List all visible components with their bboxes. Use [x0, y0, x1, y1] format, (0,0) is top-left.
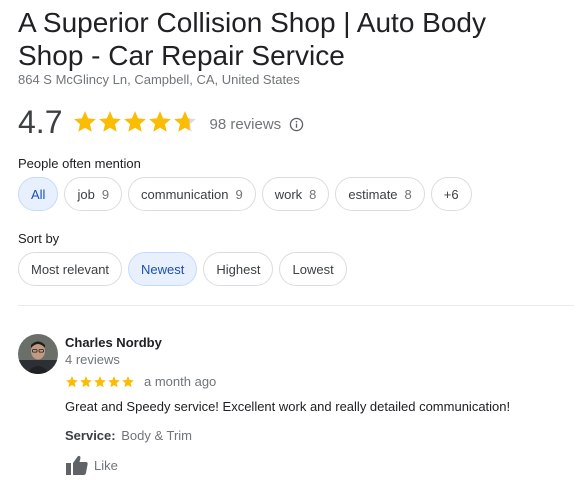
review-star-icon [122, 375, 134, 387]
mention-chip-count: 8 [309, 186, 317, 202]
thumbs-up-icon [66, 455, 88, 475]
review-star-icon [108, 375, 120, 387]
service-value: Body & Trim [121, 428, 193, 443]
sort-option-lowest[interactable]: Lowest [279, 252, 347, 286]
summary-star-icon [174, 111, 197, 132]
review-text: Great and Speedy service! Excellent work… [65, 399, 511, 414]
service-label: Service: [65, 428, 116, 443]
summary-star-icon [149, 111, 172, 132]
review-star-icon [66, 375, 78, 387]
mention-chip-label: communication [141, 186, 229, 202]
review-rating-row: a month ago [65, 374, 216, 389]
mention-chip-communication[interactable]: communication 9 [128, 177, 256, 211]
rating-summary: 4.7 98 reviews [18, 102, 304, 142]
like-button[interactable]: Like [65, 454, 118, 476]
review-star-icon [80, 375, 92, 387]
mention-chip-job[interactable]: job 9 [64, 177, 123, 211]
review-date: a month ago [144, 374, 217, 389]
mention-chip-estimate[interactable]: estimate 8 [335, 177, 425, 211]
sort-option-highest[interactable]: Highest [203, 252, 274, 286]
mention-chip-label: All [31, 186, 46, 202]
sort-option-newest[interactable]: Newest [128, 252, 198, 286]
sort-option-most-relevant[interactable]: Most relevant [18, 252, 123, 286]
summary-star-icon [124, 111, 147, 132]
summary-star-icon [74, 111, 97, 132]
review-star-icon [94, 375, 106, 387]
info-icon[interactable] [289, 117, 304, 132]
mention-chip-label: work [274, 186, 303, 202]
place-title: A Superior Collision Shop | Auto Body Sh… [18, 7, 487, 71]
mention-chip-label: job [77, 186, 95, 202]
avatar[interactable] [18, 334, 58, 374]
mention-chip-work[interactable]: work 8 [261, 177, 330, 211]
summary-star-icon [99, 111, 122, 132]
divider [18, 305, 574, 306]
place-address: 864 S McGlincy Ln, Campbell, CA, United … [18, 72, 300, 87]
sort-label: Sort by [18, 231, 60, 246]
mention-chip-count: 9 [101, 186, 110, 202]
mentions-label: People often mention [18, 156, 141, 171]
review-service: Service: Body & Trim [65, 428, 192, 443]
mention-chip-count: 9 [235, 186, 243, 202]
sort-options: Most relevant Newest Highest Lowest [18, 252, 347, 286]
mention-chip-count: 8 [404, 186, 412, 202]
mention-chip-label: +6 [443, 186, 459, 202]
rating-value: 4.7 [18, 104, 63, 140]
mention-chip-label: estimate [348, 186, 398, 202]
mention-chip-6[interactable]: +6 [430, 177, 472, 211]
reviewer-name[interactable]: Charles Nordby [65, 335, 162, 350]
mention-chip-All[interactable]: All [18, 177, 59, 211]
review-stars [65, 375, 135, 389]
reviews-count-link[interactable]: 98 reviews [209, 116, 281, 133]
mention-chips: All job 9 communication 9 work 8 estimate 8 +6 [18, 177, 472, 211]
reviewer-review-count: 4 reviews [65, 352, 120, 367]
rating-stars [72, 109, 197, 135]
like-label: Like [94, 457, 118, 473]
